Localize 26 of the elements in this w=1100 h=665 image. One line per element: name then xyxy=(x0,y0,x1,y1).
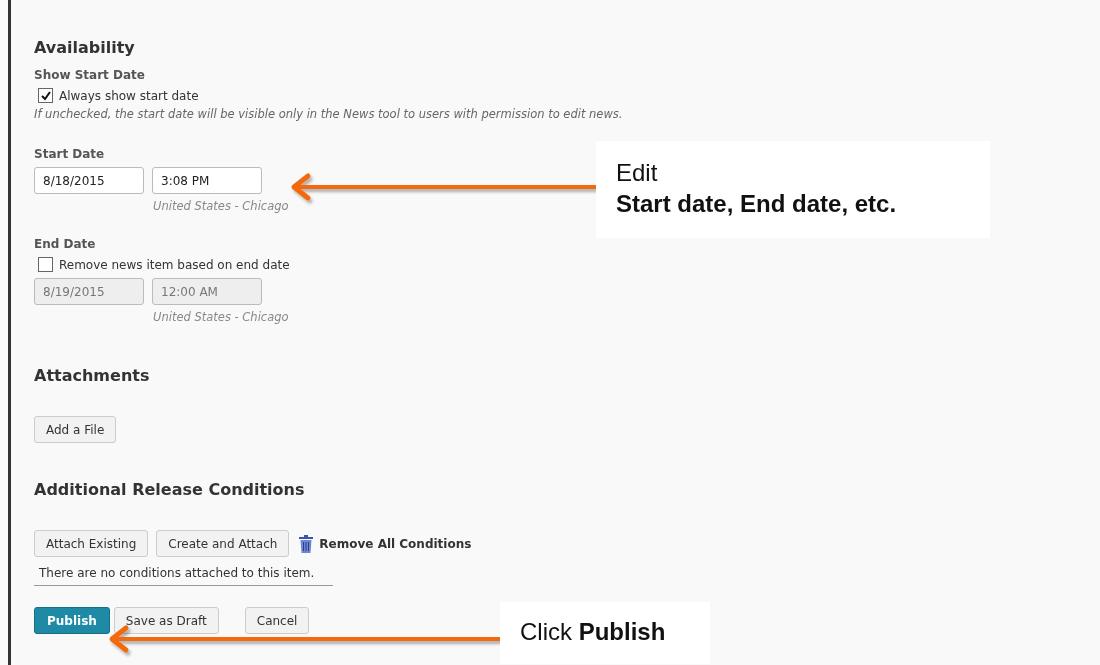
field-label: End Date xyxy=(34,237,97,251)
add-file-button[interactable]: Add a File xyxy=(34,416,117,443)
trash-icon[interactable] xyxy=(299,534,314,553)
condition-button[interactable]: Create and Attach xyxy=(156,530,290,557)
condition-button[interactable]: Attach Existing xyxy=(34,530,149,557)
field-label: Start Date xyxy=(34,147,106,161)
action-button[interactable]: Publish xyxy=(34,607,110,634)
date-field[interactable]: 8/18/2015 xyxy=(34,167,144,194)
callout-text: Start date, End date, etc. xyxy=(616,189,898,220)
remove-conditions-link[interactable]: Remove All Conditions xyxy=(319,536,472,551)
callout-text: Edit xyxy=(616,158,659,188)
checkbox[interactable] xyxy=(38,88,53,103)
timezone-text: United States - Chicago xyxy=(153,199,289,213)
checkbox-label: Always show start date xyxy=(59,88,199,103)
hint-text: If unchecked, the start date will be visible only in the News tool to users with permission to edit news. xyxy=(34,107,624,121)
section-heading: Availability xyxy=(34,38,136,57)
time-field[interactable]: 3:08 PM xyxy=(152,167,262,194)
action-button[interactable]: Save as Draft xyxy=(113,607,219,634)
callout-text: Click Publish xyxy=(520,617,667,647)
section-heading: Additional Release Conditions xyxy=(34,480,306,499)
checkbox-label: Remove news item based on end date xyxy=(59,257,290,272)
field-label: Show Start Date xyxy=(34,68,146,82)
section-heading: Attachments xyxy=(34,366,151,385)
empty-message: There are no conditions attached to this item. xyxy=(34,564,333,586)
timezone-text: United States - Chicago xyxy=(153,310,289,324)
action-button[interactable]: Cancel xyxy=(244,607,310,634)
